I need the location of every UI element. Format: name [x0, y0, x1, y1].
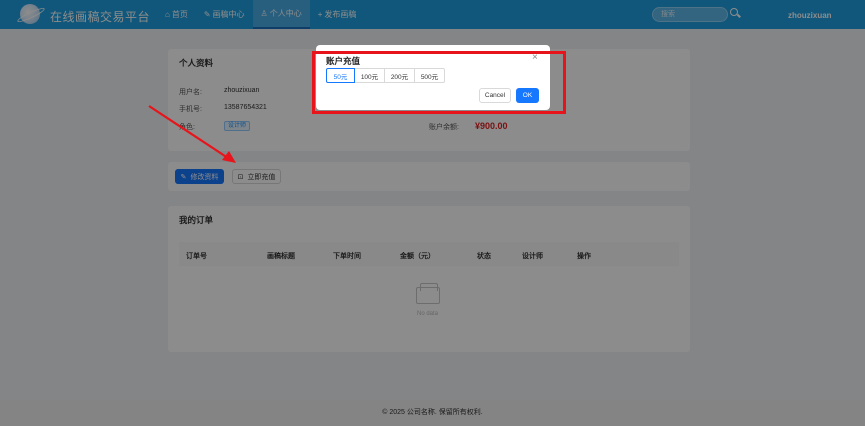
- amount-option-50[interactable]: 50元: [326, 68, 355, 83]
